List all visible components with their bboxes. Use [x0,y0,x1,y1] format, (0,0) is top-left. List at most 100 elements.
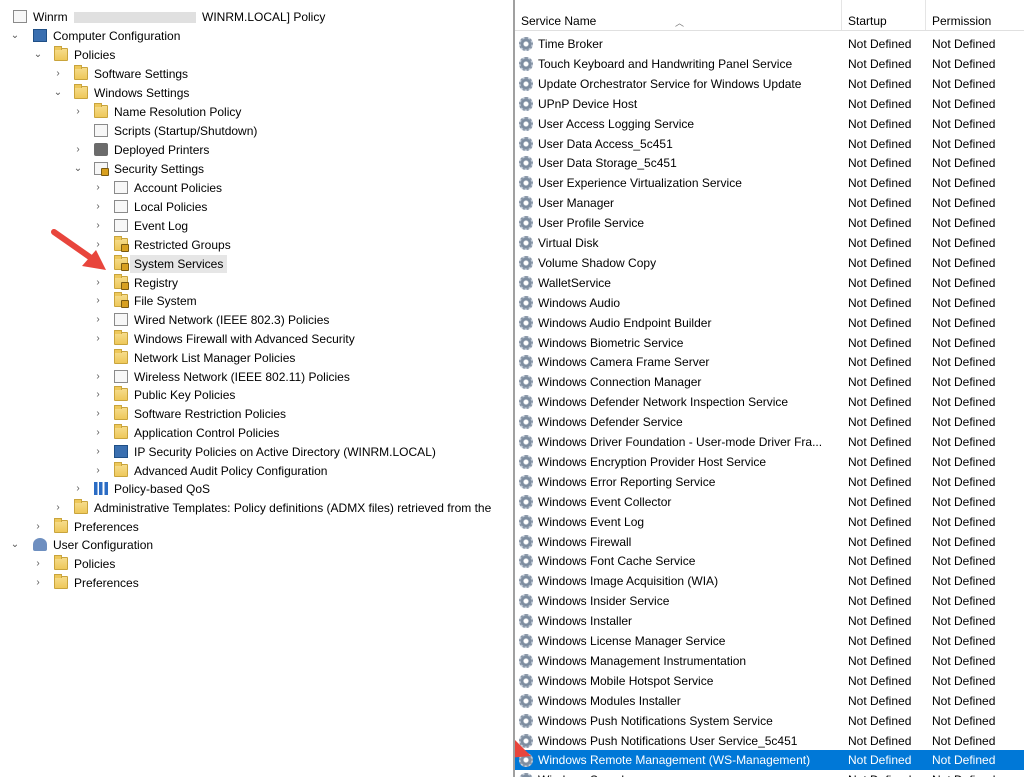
column-header-startup[interactable]: Startup [842,0,926,30]
table-row[interactable]: User Experience Virtualization Service No… [515,173,1024,193]
chevron-down-icon[interactable]: ⌄ [33,46,43,64]
table-row[interactable]: Windows Encryption Provider Host Service… [515,452,1024,472]
chevron-right-icon[interactable]: › [93,368,103,386]
column-header-permission[interactable]: Permission [926,0,1024,30]
table-row[interactable]: Touch Keyboard and Handwriting Panel Ser… [515,54,1024,74]
table-row[interactable]: Windows Push Notifications System Servic… [515,711,1024,731]
chevron-down-icon[interactable]: ⌄ [53,84,63,102]
chevron-right-icon[interactable]: › [93,386,103,404]
chevron-right-icon[interactable]: › [93,405,103,423]
lock-icon [101,168,109,176]
table-row[interactable]: Windows Insider Service Not Defined Not De… [515,591,1024,611]
startup-cell: Not Defined [848,713,912,728]
chevron-down-icon[interactable]: ⌄ [10,536,20,554]
folder-icon [94,103,108,118]
chevron-down-icon[interactable]: ⌄ [10,27,20,45]
chevron-right-icon[interactable]: › [93,292,103,310]
table-row[interactable]: Windows Firewall Not Defined Not Defined [515,532,1024,552]
chevron-right-icon[interactable]: › [93,462,103,480]
table-row[interactable]: Windows Search Not Defined Not Defined [515,770,1024,777]
tree-item-label: Preferences [74,576,139,590]
permission-cell: Not Defined [932,713,996,728]
column-header-service-name[interactable]: Service Name ︿ [515,0,842,30]
table-row[interactable]: Windows Defender Service Not Defined Not D… [515,412,1024,432]
table-row[interactable]: Windows Event Collector Not Defined Not De… [515,492,1024,512]
tree-item-label: Network List Manager Policies [134,351,296,365]
chevron-right-icon[interactable]: › [93,330,103,348]
chevron-right-icon[interactable]: › [33,555,43,573]
annotation-arrow-icon [51,229,106,270]
table-row[interactable]: Virtual Disk Not Defined Not Defined [515,233,1024,253]
permission-cell: Not Defined [932,574,996,589]
table-row[interactable]: User Profile Service Not Defined Not Defin… [515,213,1024,233]
gear-teeth-icon [519,653,533,668]
permission-cell: Not Defined [932,514,996,529]
table-row[interactable]: Windows Management Instrumentation Not De… [515,651,1024,671]
gear-teeth-icon [519,136,533,151]
folder-icon [114,255,129,271]
folder-icon [74,65,88,80]
chevron-right-icon[interactable]: › [73,480,83,498]
table-row[interactable]: Windows Driver Foundation - User-mode Dr… [515,432,1024,452]
tree-item-administrative-templates[interactable]: › Administrative Templates: Policy defin… [0,499,513,517]
gear-teeth-icon [519,395,533,410]
table-row[interactable]: User Manager Not Defined Not Defined [515,193,1024,213]
chevron-right-icon[interactable]: › [53,499,63,517]
chevron-right-icon[interactable]: › [93,424,103,442]
table-row[interactable]: Windows Event Log Not Defined Not Defined [515,512,1024,532]
permission-cell: Not Defined [932,474,996,489]
table-row[interactable]: Time Broker Not Defined Not Defined [515,34,1024,54]
table-row[interactable]: Windows Modules Installer Not Defined Not … [515,691,1024,711]
chevron-down-icon[interactable]: ⌄ [73,160,83,178]
table-row[interactable]: Windows Audio Endpoint Builder Not Define… [515,313,1024,333]
chevron-right-icon[interactable]: › [93,198,103,216]
table-row[interactable]: Windows Camera Frame Server Not Defined No… [515,352,1024,372]
permission-cell: Not Defined [932,255,996,270]
table-row[interactable]: Windows Image Acquisition (WIA) Not Defin… [515,571,1024,591]
table-row[interactable]: WalletService Not Defined Not Defined [515,273,1024,293]
gear-teeth-icon [519,514,533,529]
table-row[interactable]: Windows Error Reporting Service Not Defin… [515,472,1024,492]
service-name-cell: Update Orchestrator Service for Windows … [538,76,802,91]
chevron-right-icon[interactable]: › [93,311,103,329]
chevron-right-icon[interactable]: › [53,65,63,83]
chevron-right-icon[interactable]: › [73,141,83,159]
startup-cell: Not Defined [848,554,912,569]
table-row[interactable]: Windows Connection Manager Not Defined Not… [515,372,1024,392]
table-row[interactable]: User Data Storage_5c451 Not Defined Not De… [515,153,1024,173]
table-row[interactable]: Volume Shadow Copy Not Defined Not Defined [515,253,1024,273]
table-row[interactable]: Windows Audio Not Defined Not Defined [515,293,1024,313]
service-gear-icon [519,435,533,449]
table-row[interactable]: Update Orchestrator Service for Windows … [515,74,1024,94]
chevron-right-icon[interactable]: › [93,179,103,197]
column-header-label: Startup [848,14,887,28]
table-row[interactable]: Windows License Manager Service Not Defin… [515,631,1024,651]
gear-teeth-icon [519,176,533,191]
table-row[interactable]: UPnP Device Host Not Defined Not Defined [515,94,1024,114]
permission-cell: Not Defined [932,156,996,171]
table-row[interactable]: Windows Mobile Hotspot Service Not Define… [515,671,1024,691]
table-row[interactable]: User Data Access_5c451 Not Defined Not Def… [515,134,1024,154]
table-row[interactable]: Windows Biometric Service Not Defined Not … [515,333,1024,353]
table-row[interactable]: Windows Installer Not Defined Not Defined [515,611,1024,631]
lock-icon [121,282,129,290]
service-gear-icon [519,96,533,111]
gear-teeth-icon [519,614,533,629]
startup-cell: Not Defined [848,753,912,768]
table-row[interactable]: Windows Defender Network Inspection Serv… [515,392,1024,412]
table-row[interactable]: Windows Remote Management (WS-Management… [515,750,1024,771]
tree-root[interactable]: Winrm WINRM.LOCAL] Policy [0,8,513,26]
service-gear-icon [519,415,533,430]
table-row[interactable]: Windows Push Notifications User Service_… [515,731,1024,751]
folder-icon [54,555,68,570]
chevron-right-icon[interactable]: › [93,443,103,461]
chevron-right-icon[interactable]: › [33,518,43,536]
chevron-right-icon[interactable]: › [33,574,43,592]
table-row[interactable]: User Access Logging Service Not Defined No… [515,114,1024,134]
column-header-label: Permission [932,14,992,28]
startup-cell: Not Defined [848,770,926,777]
chevron-right-icon[interactable]: › [73,103,83,121]
chevron-right-icon[interactable]: › [93,274,103,292]
table-row[interactable]: Windows Font Cache Service Not Defined Not… [515,551,1024,571]
startup-cell: Not Defined [848,176,912,191]
